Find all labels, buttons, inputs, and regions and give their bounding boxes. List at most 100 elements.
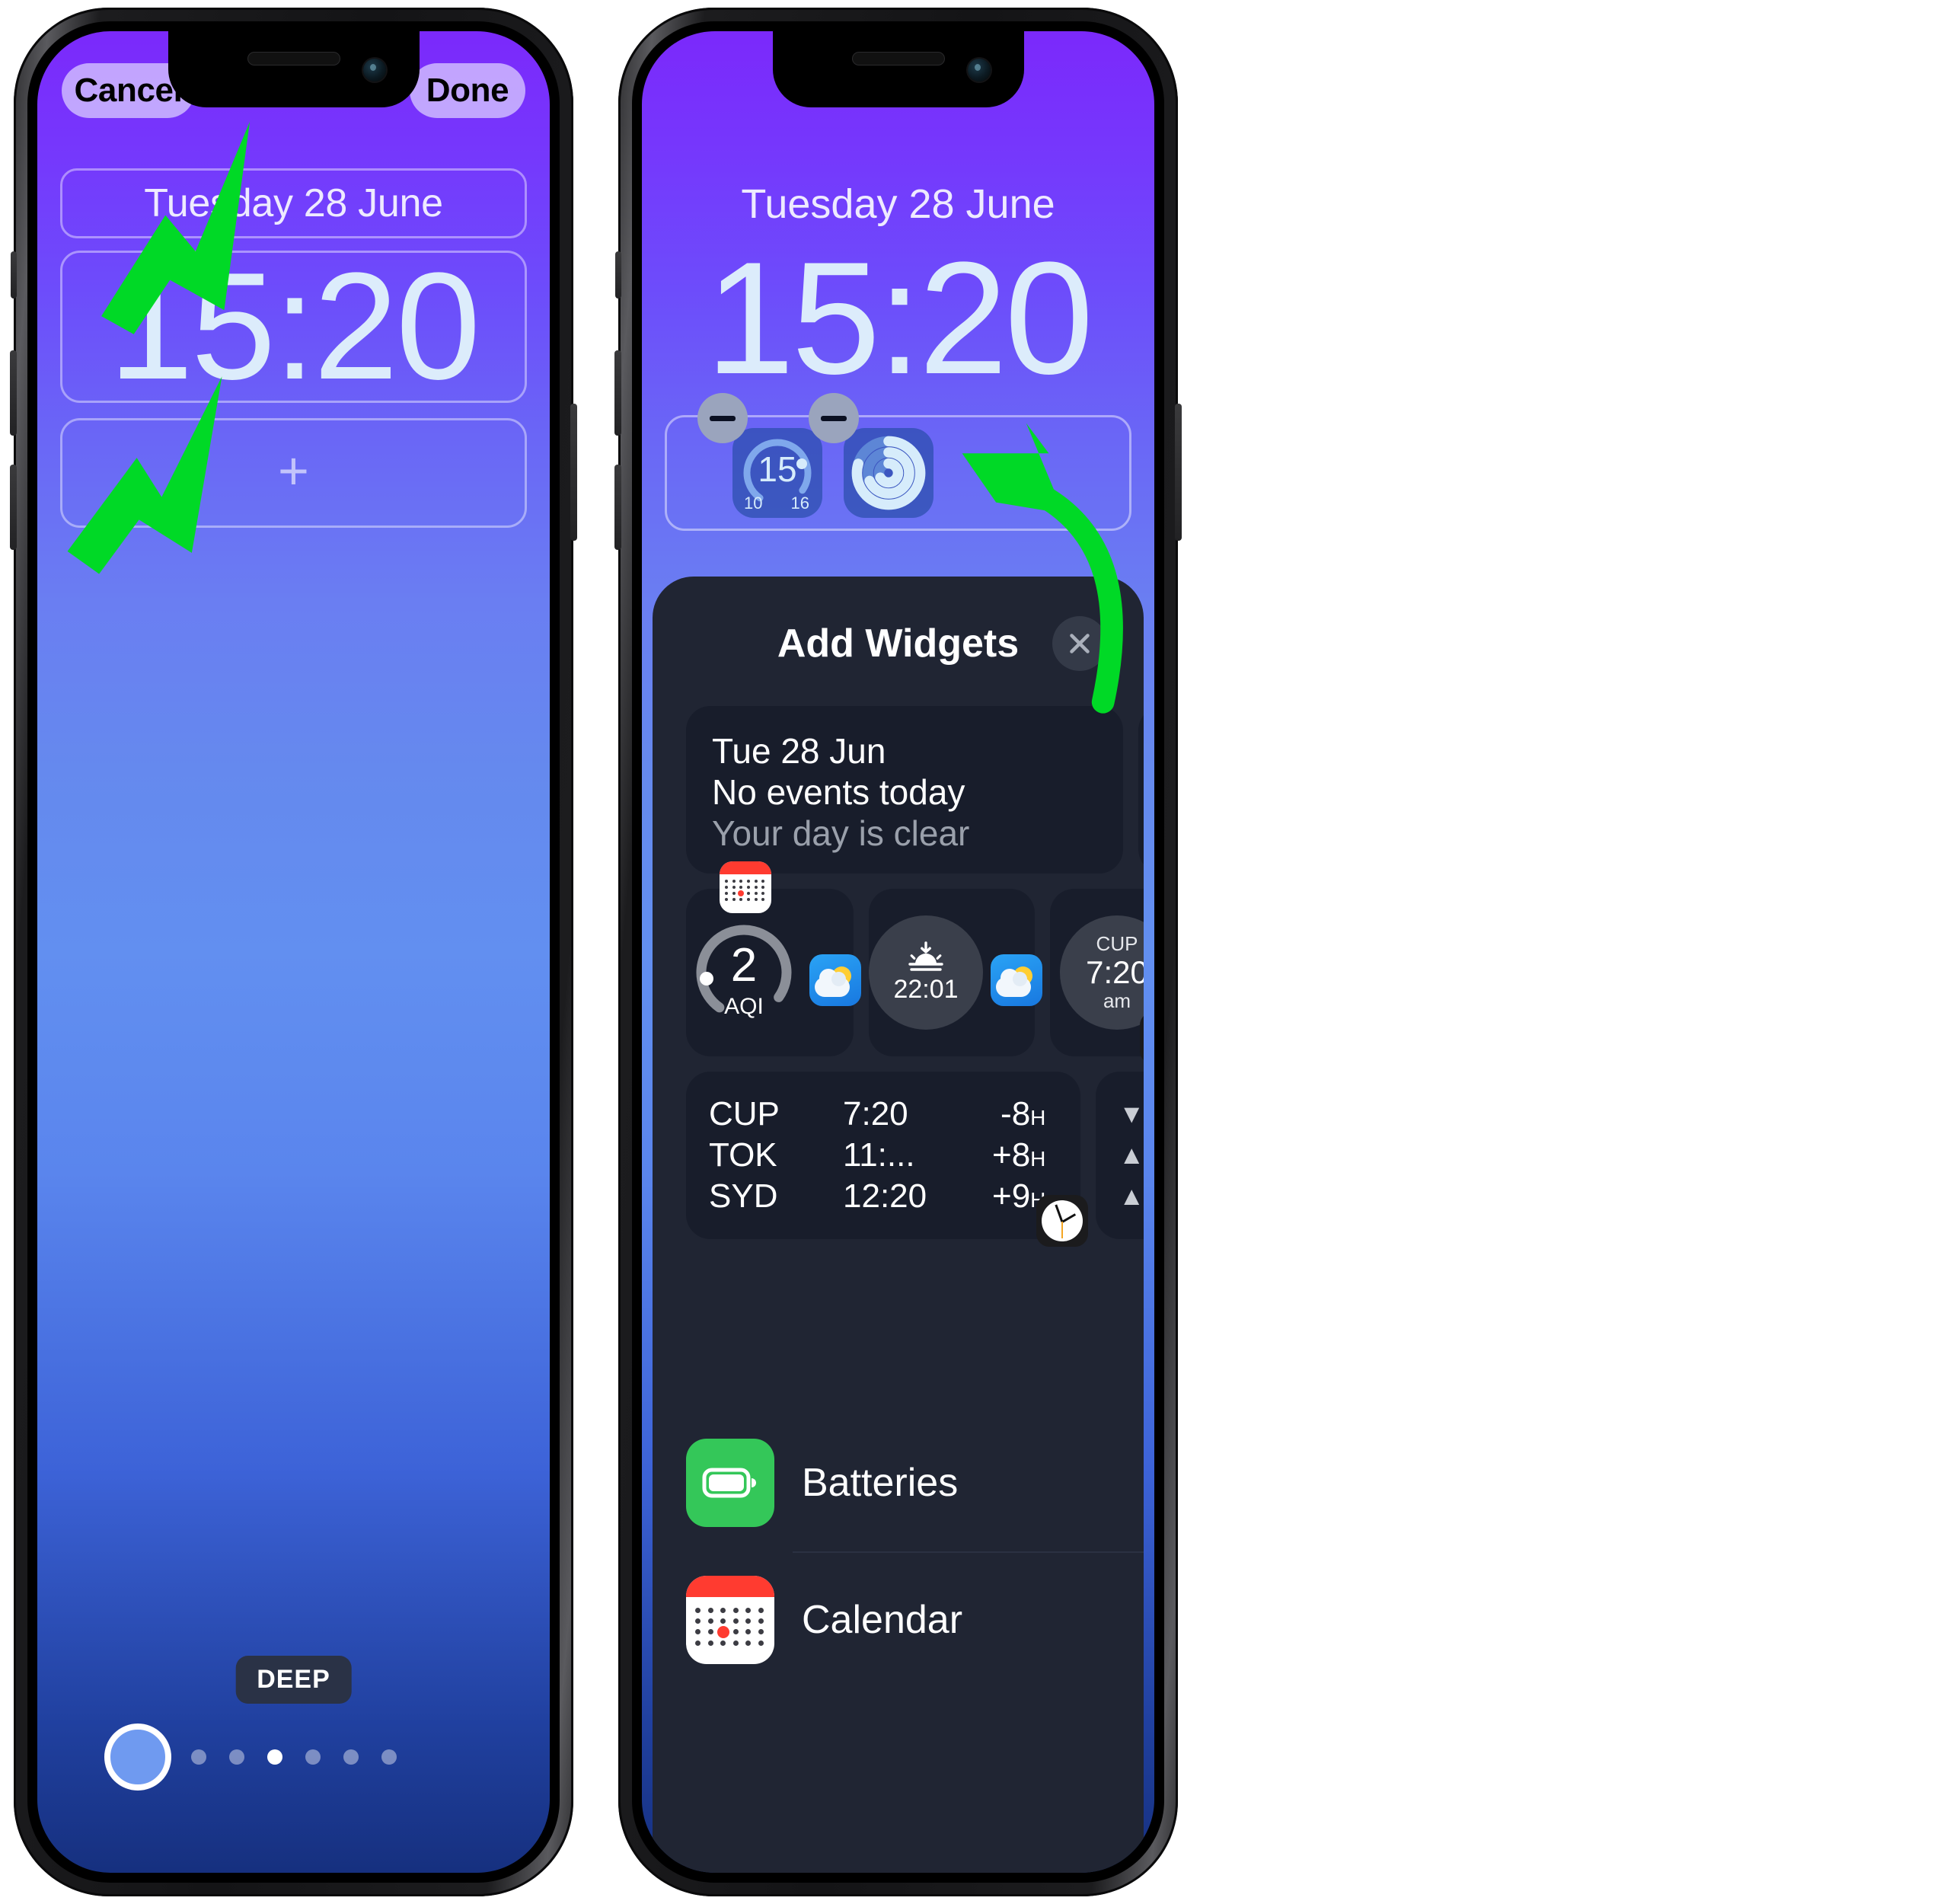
city-alarm-city: CUP	[1096, 932, 1138, 956]
earpiece-speaker	[247, 53, 340, 65]
aqi-unit: AQI	[724, 994, 764, 1019]
placed-widget-fitness[interactable]	[809, 393, 933, 518]
widget-sunset[interactable]: 22:01	[869, 889, 1042, 1056]
offset-unit: H	[1030, 1106, 1046, 1129]
page-dot[interactable]	[343, 1749, 359, 1765]
temperature-high: 16	[790, 494, 809, 513]
city-alarm-dial: CUP 7:20 am	[1060, 915, 1144, 1030]
earpiece-speaker	[852, 53, 944, 65]
page-dot[interactable]	[228, 1749, 244, 1765]
stock-row: ▲ ^FTAS 4,050	[1119, 1177, 1144, 1216]
widget-world-clock[interactable]: CUP 7:20 -8H TOK 11:... +8H SYD 12:20 +9	[686, 1072, 1089, 1247]
offset-value: +8	[992, 1136, 1031, 1174]
widget-calendar-up-next[interactable]: Tue 28 Jun No events today Your day is c…	[686, 706, 1123, 914]
calendar-icon-grid	[725, 880, 766, 902]
temperature-gauge: 15 10 16	[1138, 732, 1144, 848]
placed-widget-temperature[interactable]: 15 10 16	[697, 393, 822, 518]
page-dot[interactable]	[190, 1749, 206, 1765]
city-alarm-time: 7:20	[1086, 954, 1144, 991]
silent-switch[interactable]	[615, 251, 621, 299]
aqi-value: 2	[730, 939, 758, 992]
sunset-icon	[908, 941, 943, 971]
list-item[interactable]: Batteries	[686, 1414, 1144, 1551]
screenshot-root: Cancel Done Tuesday 28 June 15:20 + DEEP	[0, 0, 1934, 1904]
offset-unit: H	[1030, 1147, 1046, 1171]
calendar-icon-header	[720, 861, 771, 875]
city-time: 7:20	[843, 1095, 908, 1132]
city-alarm-ampm: am	[1103, 989, 1131, 1012]
cloud-icon	[996, 969, 1031, 997]
power-button[interactable]	[570, 404, 577, 541]
city-code: SYD	[709, 1177, 778, 1215]
temperature-value: 15	[758, 449, 797, 489]
widget-row: CUP 7:20 -8H TOK 11:... +8H SYD 12:20 +9…	[686, 1072, 1144, 1247]
stock-row: ▼ AAPL 141.42	[1119, 1095, 1144, 1133]
world-clock-row: SYD 12:20 +9H	[709, 1177, 1058, 1216]
city-offset: +8H	[992, 1136, 1058, 1174]
sunset-dial: 22:01	[869, 915, 983, 1030]
done-button[interactable]: Done	[410, 63, 525, 118]
widget-stocks[interactable]: ▼ AAPL 141.42 ▲ ^FTSE 7,351	[1096, 1072, 1144, 1239]
offset-value: -8	[1001, 1095, 1031, 1132]
add-widget-plus-icon: +	[278, 441, 309, 500]
widget-city-alarm[interactable]: CUP 7:20 am	[1050, 889, 1144, 1064]
widget-air-quality[interactable]: 2 AQI	[686, 889, 861, 1056]
phone-left-bezel: Cancel Done Tuesday 28 June 15:20 + DEEP	[27, 21, 560, 1883]
page-dot[interactable]	[305, 1749, 321, 1765]
phone-right: Tuesday 28 June 15:20 15 10 16 Add Widge…	[614, 8, 1182, 1896]
battery-glyph	[702, 1468, 756, 1498]
front-camera	[967, 59, 991, 81]
city-code: CUP	[709, 1095, 780, 1132]
silent-switch[interactable]	[11, 251, 17, 299]
cloud-icon	[815, 969, 850, 997]
weather-icon	[809, 954, 861, 1006]
stock-direction: ▲	[1119, 1140, 1144, 1170]
clock-second-hand	[1061, 1222, 1064, 1238]
wallpaper-style-badge: DEEP	[235, 1656, 352, 1704]
volume-up-button[interactable]	[10, 350, 17, 436]
page-dot-active[interactable]	[266, 1749, 282, 1765]
app-name: Calendar	[802, 1598, 963, 1642]
widget-temperature[interactable]: 15 10 16	[1138, 706, 1144, 874]
volume-down-button[interactable]	[614, 465, 621, 550]
app-name: Batteries	[802, 1461, 959, 1505]
lockscreen-time: 15:20	[108, 241, 480, 411]
power-button[interactable]	[1175, 404, 1182, 541]
remove-widget-button[interactable]	[809, 393, 859, 443]
stock-direction: ▲	[1119, 1181, 1144, 1211]
date-widget-slot[interactable]: Tuesday 28 June	[60, 168, 527, 238]
clock-face	[1042, 1200, 1083, 1241]
city-code: TOK	[709, 1136, 777, 1174]
stock-row: ▲ ^FTSE 7,351	[1119, 1136, 1144, 1174]
front-camera	[362, 59, 386, 81]
city-time: 12:20	[843, 1177, 927, 1215]
list-item[interactable]: Calendar	[686, 1551, 1144, 1688]
volume-down-button[interactable]	[10, 465, 17, 550]
page-dot[interactable]	[381, 1749, 397, 1765]
volume-up-button[interactable]	[614, 350, 621, 436]
temperature-low: 10	[744, 494, 763, 513]
time-widget-slot[interactable]: 15:20	[60, 251, 527, 403]
city-time: 11:...	[843, 1136, 915, 1174]
widget-gallery: Tue 28 Jun No events today Your day is c…	[686, 706, 1144, 1247]
close-button[interactable]	[1052, 616, 1107, 671]
phone-left-screen: Cancel Done Tuesday 28 June 15:20 + DEEP	[37, 31, 550, 1873]
temperature-gauge: 15 10 16	[736, 432, 819, 514]
placed-widget-row[interactable]: 15 10 16	[665, 393, 1131, 531]
clock-icon	[1140, 1012, 1144, 1064]
weather-icon	[991, 954, 1042, 1006]
empty-widget-slot[interactable]: +	[60, 418, 527, 528]
notch	[772, 31, 1024, 107]
world-clock-row: CUP 7:20 -8H	[709, 1095, 1058, 1133]
phone-right-screen: Tuesday 28 June 15:20 15 10 16 Add Widge…	[642, 31, 1154, 1873]
offset-value: +9	[992, 1177, 1031, 1215]
notch	[168, 31, 420, 107]
remove-widget-button[interactable]	[697, 393, 748, 443]
wallpaper-page-dots[interactable]	[190, 1749, 397, 1765]
calendar-icon-grid	[695, 1608, 765, 1646]
color-picker-swatch[interactable]	[104, 1724, 171, 1791]
close-icon	[1070, 634, 1090, 653]
lockscreen-time: 15:20	[705, 228, 1094, 407]
calendar-icon-header	[686, 1576, 774, 1597]
aqi-gauge: 2 AQI	[686, 915, 802, 1030]
